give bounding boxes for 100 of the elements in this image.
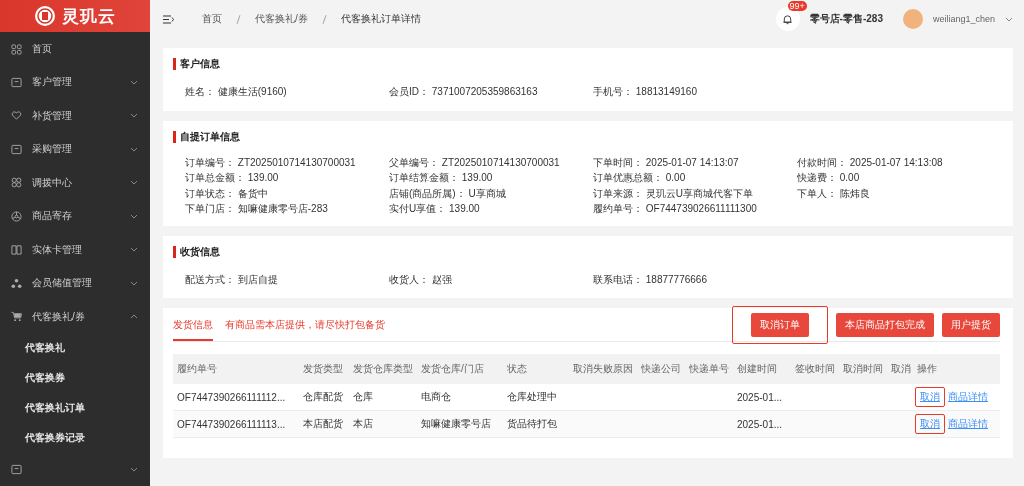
column-header: 签收时间 — [794, 362, 836, 376]
chevron-down-icon — [130, 280, 138, 286]
sidebar-item[interactable]: 补货管理 — [0, 99, 150, 133]
column-header: 发货类型 — [302, 362, 344, 376]
column-header: 取消 — [890, 362, 912, 376]
table-cell-text: 仓库配货 — [302, 390, 344, 404]
notification-badge: 99+ — [787, 1, 807, 11]
seal-logo-icon — [34, 5, 56, 28]
sidebar-item[interactable]: 采购管理 — [0, 132, 150, 167]
user-name[interactable]: weiliang1_chen — [932, 14, 995, 24]
chevron-up-icon — [130, 314, 138, 319]
table-link[interactable]: 商品详情 — [948, 390, 988, 404]
info-field: 订单状态： 备货中 — [185, 187, 389, 200]
section-title: 收货信息 — [173, 245, 1003, 258]
table-cell-text: 货品待打包 — [506, 417, 558, 431]
grid-icon — [11, 43, 22, 55]
info-field: 实付U享值： 139.00 — [389, 203, 593, 216]
table-cell-text: 本店配货 — [302, 417, 344, 431]
info-field: 会员ID： 7371007205359863163 — [389, 86, 593, 99]
table-cell-text: 知嘛健康零号店 — [420, 417, 492, 431]
column-header: 操作 — [916, 362, 938, 376]
cart-icon — [11, 311, 22, 322]
info-field: 配送方式： 到店自提 — [185, 273, 389, 286]
table-cell-text: OF7447390266111113... — [176, 418, 287, 430]
sidebar-subitem[interactable]: 代客换券 — [0, 363, 150, 393]
action-button[interactable]: 本店商品打包完成 — [836, 312, 934, 337]
chevron-down-icon — [130, 466, 138, 472]
info-field: 下单门店： 知嘛健康零号店-283 — [185, 203, 389, 216]
info-field: 收货人： 赵强 — [389, 273, 593, 286]
info-field: 手机号： 18813149160 — [593, 86, 797, 99]
bell-icon — [782, 13, 794, 25]
sidebar-item[interactable]: 实体卡管理 — [0, 232, 150, 267]
chevron-down-icon — [130, 146, 138, 152]
column-header: 取消失败原因 — [572, 362, 634, 376]
info-field: 下单时间： 2025-01-07 14:13:07 — [593, 156, 797, 169]
table-cell-text: 仓库 — [352, 390, 374, 404]
column-header: 取消时间 — [842, 362, 884, 376]
notice-text: 有商品需本店提供，请尽快打包备货 — [225, 317, 385, 332]
box-icon — [11, 463, 22, 475]
info-field: 订单总金额： 139.00 — [185, 172, 389, 185]
table-cell-text: 仓库处理中 — [506, 390, 558, 404]
section-title: 客户信息 — [173, 58, 1003, 70]
info-field: 下单人： 陈炜良 — [797, 187, 1003, 200]
action-button[interactable]: 取消订单 — [751, 312, 809, 337]
table-cell-text: 2025-01... — [736, 391, 784, 403]
sidebar-item[interactable]: 代客换礼/券 — [0, 299, 150, 334]
column-header: 发货仓库/门店 — [420, 362, 485, 376]
chevron-down-icon — [130, 213, 138, 219]
people-icon — [11, 277, 22, 289]
column-header: 创建时间 — [736, 362, 778, 376]
action-button[interactable]: 用户提货 — [942, 312, 1000, 337]
info-field: 店铺(商品所属)： U享商城 — [389, 187, 593, 200]
wheel-icon — [11, 210, 22, 222]
sidebar-subitem[interactable]: 代客换券记录 — [0, 422, 150, 453]
avatar — [902, 9, 923, 29]
sidebar-subitem[interactable]: 代客换礼订单 — [0, 392, 150, 423]
info-field: 付款时间： 2025-01-07 14:13:08 — [797, 156, 1003, 169]
info-field: 订单来源： 灵玑云U享商城代客下单 — [593, 187, 797, 200]
chevron-down-icon — [1005, 16, 1013, 22]
sidebar-item[interactable]: 首页 — [0, 32, 150, 66]
column-header: 履约单号 — [176, 362, 218, 376]
breadcrumb-link[interactable]: 代客换礼/券 — [255, 12, 308, 26]
info-field: 订单结算金额： 139.00 — [389, 172, 593, 185]
box-icon — [11, 143, 22, 155]
book-icon — [11, 244, 22, 256]
brand-name: 灵玑云 — [62, 5, 116, 28]
table-link[interactable]: 取消 — [920, 390, 940, 404]
column-header: 发货仓库类型 — [352, 362, 414, 376]
sidebar-item[interactable]: 调拨中心 — [0, 166, 150, 200]
info-field: 履约单号： OF744739026611111300 — [593, 203, 797, 216]
info-field: 父单编号： ZT2025010714130700031 — [389, 156, 593, 169]
table-cell-text: OF7447390266111112... — [176, 391, 287, 403]
sidebar-item[interactable]: 会员储值管理 — [0, 266, 150, 300]
column-header: 快递单号 — [688, 362, 730, 376]
chevron-down-icon — [130, 247, 138, 253]
column-header: 快递公司 — [640, 362, 682, 376]
info-field: 订单编号： ZT2025010714130700031 — [185, 156, 389, 169]
clover-icon — [11, 177, 22, 189]
info-field: 快递费： 0.00 — [797, 172, 1003, 185]
box-icon — [11, 76, 22, 88]
sidebar-subitem[interactable]: 代客换礼 — [0, 333, 150, 364]
menu-icon[interactable] — [163, 14, 174, 24]
info-field: 姓名： 健康生活(9160) — [185, 86, 389, 99]
sidebar-item[interactable]: 客户管理 — [0, 65, 150, 100]
chevron-down-icon — [130, 79, 138, 85]
sidebar-item[interactable]: 商品寄存 — [0, 199, 150, 233]
chevron-down-icon — [130, 180, 138, 186]
store-name: 零号店-零售-283 — [809, 12, 883, 26]
breadcrumb-link[interactable]: 首页 — [202, 12, 222, 26]
notification-button[interactable] — [775, 7, 800, 31]
info-field: 订单优惠总额： 0.00 — [593, 172, 797, 185]
info-field: 联系电话： 18877776666 — [593, 273, 797, 286]
chevron-down-icon — [130, 113, 138, 119]
heart-icon — [11, 110, 22, 122]
table-cell-text: 本店 — [352, 417, 374, 431]
section-title: 自提订单信息 — [173, 130, 1003, 143]
table-cell-text: 2025-01... — [736, 418, 784, 430]
column-header: 状态 — [506, 362, 528, 376]
table-cell-text: 电商仓 — [420, 390, 452, 404]
tab[interactable]: 发货信息 — [173, 317, 213, 341]
